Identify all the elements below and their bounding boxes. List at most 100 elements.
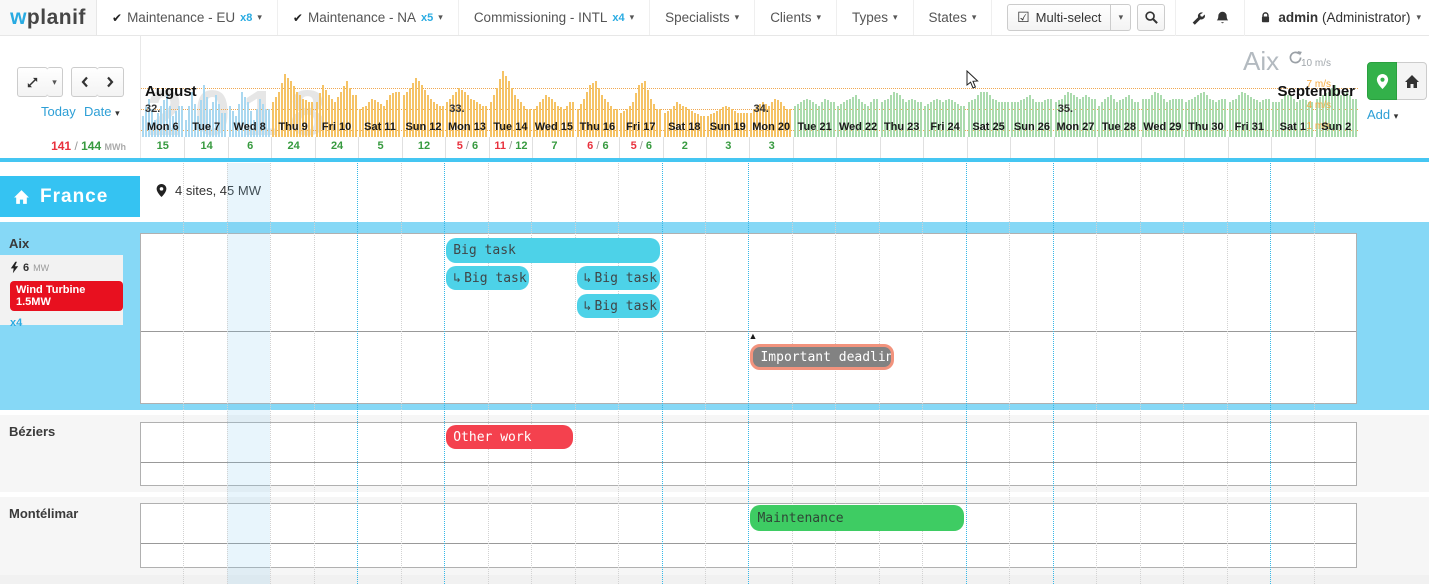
- chevron-down-icon: ▾: [115, 108, 120, 118]
- nav-menu-commissioning-intl[interactable]: Commissioning - INTL x4 ▾: [459, 0, 650, 35]
- capacity-cell: [923, 137, 966, 158]
- app: wplanif ✔Maintenance - EUx8▾✔Maintenance…: [0, 0, 1429, 584]
- nav-menu-label: Commissioning - INTL: [474, 10, 608, 25]
- nav-menu-maintenance-na[interactable]: ✔Maintenance - NAx5▾: [278, 0, 459, 35]
- add-dropdown[interactable]: Add ▾: [1367, 107, 1398, 122]
- task-label: Big task: [594, 299, 657, 314]
- task-bar-big-task[interactable]: Big task: [446, 238, 659, 263]
- day-label: Fri 10: [315, 121, 358, 133]
- day-label: Thu 30: [1184, 121, 1227, 133]
- next-button[interactable]: [97, 67, 124, 97]
- capacity-cell: [880, 137, 923, 158]
- region-header[interactable]: France: [0, 176, 140, 217]
- turbine-type-badge[interactable]: Wind Turbine 1.5MW: [10, 281, 123, 311]
- wind-scale-label: 7 m/s: [1307, 79, 1331, 90]
- capacity-cell: 5 / 6: [619, 137, 662, 158]
- task-bar-big-task[interactable]: ↳Big task: [577, 294, 660, 318]
- task-bar-maintenance[interactable]: Maintenance: [750, 505, 963, 531]
- chevron-down-icon: ▾: [438, 12, 443, 23]
- today-link[interactable]: Today: [41, 104, 76, 119]
- nav-menu-label: States: [929, 10, 967, 25]
- capacity-cell: [793, 137, 836, 158]
- day-label: Tue 14: [489, 121, 532, 133]
- task-bar-big-task[interactable]: ↳Big task: [577, 266, 660, 290]
- map-pin-button[interactable]: [1367, 62, 1397, 100]
- logo-rest: planif: [27, 6, 86, 30]
- app-logo[interactable]: wplanif: [0, 0, 97, 35]
- navbar: wplanif ✔Maintenance - EUx8▾✔Maintenance…: [0, 0, 1429, 36]
- date-link[interactable]: Date ▾: [84, 104, 120, 119]
- nav-menu-count: x5: [421, 12, 433, 24]
- refresh-button[interactable]: [1288, 50, 1303, 65]
- check-icon: ✔: [293, 11, 303, 25]
- site-label-beziers[interactable]: Béziers: [9, 424, 55, 439]
- selected-site-title: Aix: [1243, 46, 1279, 77]
- user-menu[interactable]: admin (Administrator) ▾: [1255, 10, 1421, 25]
- gantt-box-montelimar[interactable]: [140, 503, 1357, 568]
- zoom-range-button[interactable]: [17, 67, 48, 97]
- chevron-down-icon: ▾: [52, 77, 57, 88]
- subtask-arrow-icon: ↳: [453, 271, 461, 286]
- day-label: Tue 28: [1097, 121, 1140, 133]
- day-label: Mon 27: [1054, 121, 1097, 133]
- chevron-down-icon: ▾: [1416, 12, 1421, 23]
- task-label: Big task: [594, 271, 657, 286]
- task-bar-other-work[interactable]: Other work: [446, 425, 572, 449]
- refresh-icon: [1288, 50, 1303, 65]
- day-label: Mon 6: [141, 121, 184, 133]
- capacity-cell: 6: [228, 137, 271, 158]
- chevron-down-icon: ▾: [257, 12, 262, 23]
- week-number: 35.: [1058, 103, 1073, 115]
- task-bar-important-deadline[interactable]: Important deadline: [750, 344, 894, 370]
- site-label-aix[interactable]: Aix: [9, 236, 29, 251]
- location-pin-icon: [155, 183, 168, 198]
- nav-menu-specialists[interactable]: Specialists▾: [650, 0, 755, 35]
- multiselect-icon: ☑: [1017, 9, 1030, 26]
- tools-button[interactable]: [1186, 4, 1210, 31]
- divider: [1175, 0, 1176, 36]
- timeline-header[interactable]: 2018 AugustSeptember10 m/s7 m/s4 m/s1 m/…: [140, 35, 1357, 160]
- gantt-box-beziers[interactable]: [140, 422, 1357, 486]
- nav-menu-clients[interactable]: Clients▾: [755, 0, 837, 35]
- multiselect-caret-button[interactable]: ▾: [1111, 4, 1131, 31]
- bolt-icon: [10, 261, 19, 274]
- nav-menu-maintenance-eu[interactable]: ✔Maintenance - EUx8▾: [97, 0, 278, 35]
- gantt-box-aix[interactable]: [140, 233, 1357, 404]
- search-button[interactable]: [1137, 4, 1165, 31]
- region-name: France: [40, 186, 108, 208]
- prev-button[interactable]: [71, 67, 98, 97]
- capacity-cell: 12: [402, 137, 445, 158]
- zoom-range-caret[interactable]: ▾: [47, 67, 63, 97]
- day-label: Mon 13: [445, 121, 488, 133]
- capacity-cell: [967, 137, 1010, 158]
- search-icon: [1144, 10, 1159, 25]
- day-label: Thu 9: [271, 121, 314, 133]
- check-icon: ✔: [112, 11, 122, 25]
- chevron-left-icon: [80, 76, 90, 88]
- nav-menu-types[interactable]: Types▾: [837, 0, 914, 35]
- chevron-down-icon: ▾: [630, 12, 635, 23]
- capacity-cell: 2: [663, 137, 706, 158]
- home-icon: [1404, 74, 1420, 89]
- timeline-separator: [0, 158, 1429, 162]
- capacity-cell: [1271, 137, 1314, 158]
- capacity-cell: [1141, 137, 1184, 158]
- day-label: Sat 25: [967, 121, 1010, 133]
- notifications-button[interactable]: [1210, 4, 1234, 31]
- site-label-montelimar[interactable]: Montélimar: [9, 506, 78, 521]
- nav-menus: ✔Maintenance - EUx8▾✔Maintenance - NAx5▾…: [97, 0, 992, 35]
- month-label-august: August: [145, 83, 197, 100]
- capacity-cell: 14: [184, 137, 227, 158]
- nav-menu-count: x4: [612, 12, 624, 24]
- home-button[interactable]: [1397, 62, 1427, 100]
- wind-scale-label: 4 m/s: [1307, 100, 1331, 111]
- task-bar-big-task[interactable]: ↳Big task: [446, 266, 529, 290]
- capacity-strip: 1514624245125 / 611 / 1276 / 65 / 6233: [141, 137, 1358, 160]
- nav-menu-states[interactable]: States▾: [914, 0, 993, 35]
- capacity-cell: 5 / 6: [445, 137, 488, 158]
- capacity-cell: 6 / 6: [576, 137, 619, 158]
- day-label: Sat 18: [663, 121, 706, 133]
- site-power: 6MW: [10, 261, 123, 274]
- multiselect-button[interactable]: ☑ Multi-select: [1007, 4, 1111, 31]
- day-label: Wed 8: [228, 121, 271, 133]
